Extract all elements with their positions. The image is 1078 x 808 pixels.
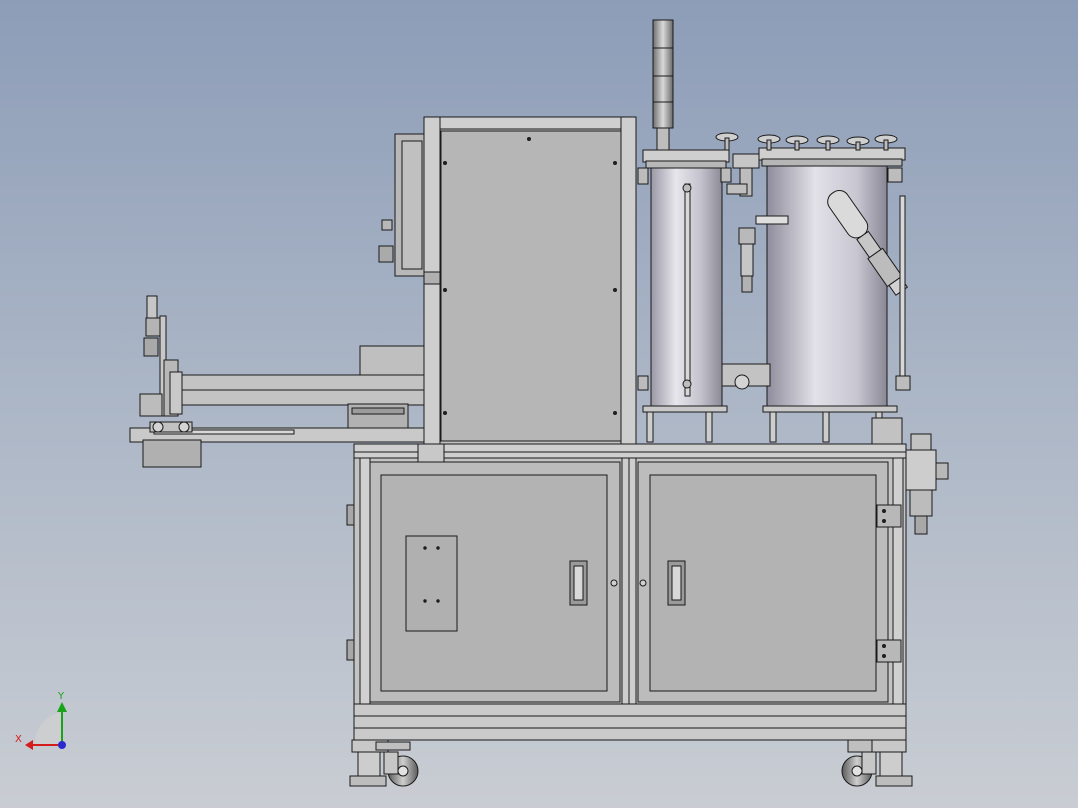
right-caster	[841, 739, 913, 787]
air-filter-regulator	[905, 433, 949, 535]
y-axis-label: Y	[57, 691, 65, 702]
gripper-arm	[129, 295, 425, 468]
x-axis-label: X	[15, 734, 22, 745]
cad-viewport[interactable]: Y X	[0, 0, 1078, 808]
orientation-triad: Y X	[15, 691, 67, 750]
left-caster	[349, 739, 419, 787]
signal-tower	[652, 19, 674, 151]
small-filter-tank	[637, 149, 732, 407]
machine-drawing: Y X	[15, 19, 949, 787]
lower-cabinet	[346, 443, 907, 741]
tank-deck	[642, 405, 903, 445]
upper-cabinet	[378, 116, 637, 463]
